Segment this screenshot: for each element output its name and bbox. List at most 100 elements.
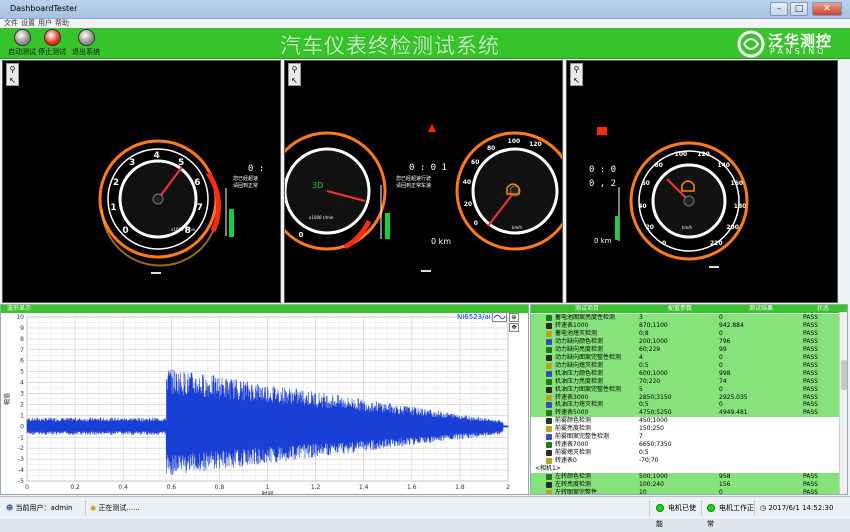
y-tick-label: 0 xyxy=(20,423,24,430)
status-bar: ☻ 当前用户：admin ◉ 正在测试...... 电机已使能 电机工作正常 ◷… xyxy=(0,496,850,528)
row-type-icon xyxy=(546,474,552,480)
table-row[interactable]: 动力缺向颜色检测 200;1000 796 PASS xyxy=(531,337,841,346)
x-tick-label: 0.2 xyxy=(70,484,80,491)
speed-label-3: 60 xyxy=(471,159,480,167)
table-row[interactable]: 机油压力图案完整性检测 5 0 PASS xyxy=(531,385,841,394)
cell-status: PASS xyxy=(803,345,818,353)
cell-name: 转速表1000 xyxy=(555,321,589,329)
col-params[interactable]: 配置参数 xyxy=(668,305,692,313)
warning-message-2: 请回到正常车速 xyxy=(396,183,432,189)
status-user-text: 当前用户：admin xyxy=(15,504,73,512)
camera-view-3: ⚲ ↖ 0 20 40 60 80 100 120 140 160 180 200 220 km/h … xyxy=(566,60,838,303)
warning-message-1: 您已经超速行驶 xyxy=(396,176,432,182)
title-bar: DashboardTester – □ ✕ xyxy=(0,0,850,19)
table-scrollbar[interactable] xyxy=(839,312,847,494)
menu-file[interactable]: 文件 xyxy=(4,19,18,28)
table-row[interactable]: 转速表0 -70;70 xyxy=(531,457,841,465)
table-row[interactable]: 蓄电池熄灭检测 0;8 0 PASS xyxy=(531,329,841,338)
table-row[interactable]: 动力缺向熄灭检测 0;5 0 PASS xyxy=(531,361,841,370)
row-type-icon xyxy=(546,418,552,425)
speed-label-0: 0 xyxy=(473,220,478,228)
table-row[interactable]: 转速表1000 870;1100 942.884 PASS xyxy=(531,321,841,330)
clock-icon: ◷ xyxy=(760,504,767,512)
table-row[interactable]: 前雾熄灭检测 0;5 xyxy=(531,449,841,457)
info-icon: ◉ xyxy=(90,504,97,512)
col-test-item[interactable]: 测试项目 xyxy=(575,305,599,313)
cell-status: PASS xyxy=(803,369,818,377)
page-title: 汽车仪表终检测试系统 xyxy=(280,34,500,58)
scrollbar-thumb[interactable] xyxy=(841,360,847,390)
y-tick-label: 1 xyxy=(20,412,24,419)
menu-bar: 文件 设置 用户 帮助 xyxy=(0,19,850,28)
digital-readout: 0 : xyxy=(248,164,265,174)
y-tick-label: -5 xyxy=(18,478,24,485)
menu-user[interactable]: 用户 xyxy=(38,19,52,28)
exit-system-label: 退出系统 xyxy=(72,48,100,56)
table-row[interactable]: 蓄电池图案亮度性检测 3 0 PASS xyxy=(531,314,841,322)
table-row[interactable]: 机油压力亮度检测 70;220 74 PASS xyxy=(531,377,841,386)
x-tick-label: 2 xyxy=(506,484,510,491)
row-type-icon xyxy=(546,322,552,329)
speed-unit: km/h xyxy=(512,225,523,230)
maximize-button[interactable]: □ xyxy=(790,2,808,16)
minimize-button[interactable]: – xyxy=(770,2,788,16)
cell-param: 0;5 xyxy=(639,401,649,409)
table-row[interactable]: <相机1> xyxy=(531,465,841,474)
speed-label-11: 220 xyxy=(710,239,723,247)
cell-status: PASS xyxy=(803,353,818,361)
table-row[interactable]: 机油压力颜色检测 600;1000 998 PASS xyxy=(531,369,841,378)
cell-status: PASS xyxy=(803,480,818,488)
cell-param: 100;240 xyxy=(639,480,664,488)
cell-result: 74 xyxy=(719,377,727,385)
table-row[interactable]: 左转图案完整性 10 0 PASS xyxy=(531,488,841,495)
status-led-icon xyxy=(656,504,664,512)
cell-param: -70;70 xyxy=(639,457,659,465)
cell-param: 500;1000 xyxy=(639,473,668,480)
close-button[interactable]: ✕ xyxy=(812,2,842,16)
y-axis-label: 幅值 xyxy=(3,393,11,405)
exit-system-button[interactable]: 退出系统 xyxy=(64,29,108,58)
row-type-icon xyxy=(546,450,552,457)
gear-indicator: 3D xyxy=(312,181,324,190)
cell-status: PASS xyxy=(803,377,818,385)
cell-result: 99 xyxy=(719,345,727,353)
digital-readout-2: 0 , 2 xyxy=(589,179,617,189)
cell-name: 左转图案完整性 xyxy=(555,488,598,495)
table-row[interactable]: 左转亮度检测 100;240 156 PASS xyxy=(531,480,841,489)
cell-status: PASS xyxy=(803,393,818,401)
cell-result: 2925.035 xyxy=(719,393,748,401)
cell-param: 10 xyxy=(639,488,647,495)
indicator-motor-ok: 电机工作正常 xyxy=(703,500,755,528)
table-row[interactable]: 左转颜色检测 500;1000 958 PASS xyxy=(531,473,841,481)
x-tick-label: 1.4 xyxy=(359,484,369,491)
row-type-icon xyxy=(546,315,552,321)
col-result[interactable]: 测试结果 xyxy=(749,305,773,313)
cell-result: 0 xyxy=(719,353,723,361)
row-type-icon xyxy=(546,354,552,361)
menu-settings[interactable]: 设置 xyxy=(21,19,35,28)
cell-param: 0;5 xyxy=(639,361,649,369)
cell-name: 蓄电池熄灭检测 xyxy=(555,329,598,337)
status-state: ◉ 正在测试...... xyxy=(86,500,650,516)
col-status[interactable]: 状态 xyxy=(817,305,829,313)
row-type-icon xyxy=(546,338,552,345)
x-axis-label: 时间 xyxy=(261,490,273,495)
row-type-icon xyxy=(546,426,552,433)
table-row[interactable]: 转速表7000 6650;7350 xyxy=(531,441,841,449)
table-row[interactable]: 动力缺向图案完整性检测 4 0 PASS xyxy=(531,353,841,362)
tach-label-3: 3 xyxy=(285,163,286,171)
warning-message-1: 您已经超速 xyxy=(233,176,259,182)
tach-label-1: 1 xyxy=(285,213,286,221)
table-row[interactable]: 动力缺向亮度检测 60;229 99 PASS xyxy=(531,345,841,354)
cell-result: 156 xyxy=(719,480,731,488)
chart-tool-zoom[interactable]: ⊕ xyxy=(509,313,519,322)
result-table: 测试项目 配置参数 测试结果 状态 蓄电池图案亮度性检测 3 0 PASS 转速表100… xyxy=(530,304,848,495)
cell-param: 0;5 xyxy=(639,449,649,457)
chart-tool-pan[interactable]: ✥ xyxy=(509,323,519,332)
pause-icon xyxy=(13,29,31,46)
menu-help[interactable]: 帮助 xyxy=(55,19,69,28)
row-type-icon xyxy=(546,489,552,494)
table-header: 测试项目 配置参数 测试结果 状态 xyxy=(531,305,847,313)
cell-param: 70;220 xyxy=(639,377,661,385)
cell-status: PASS xyxy=(803,314,818,321)
